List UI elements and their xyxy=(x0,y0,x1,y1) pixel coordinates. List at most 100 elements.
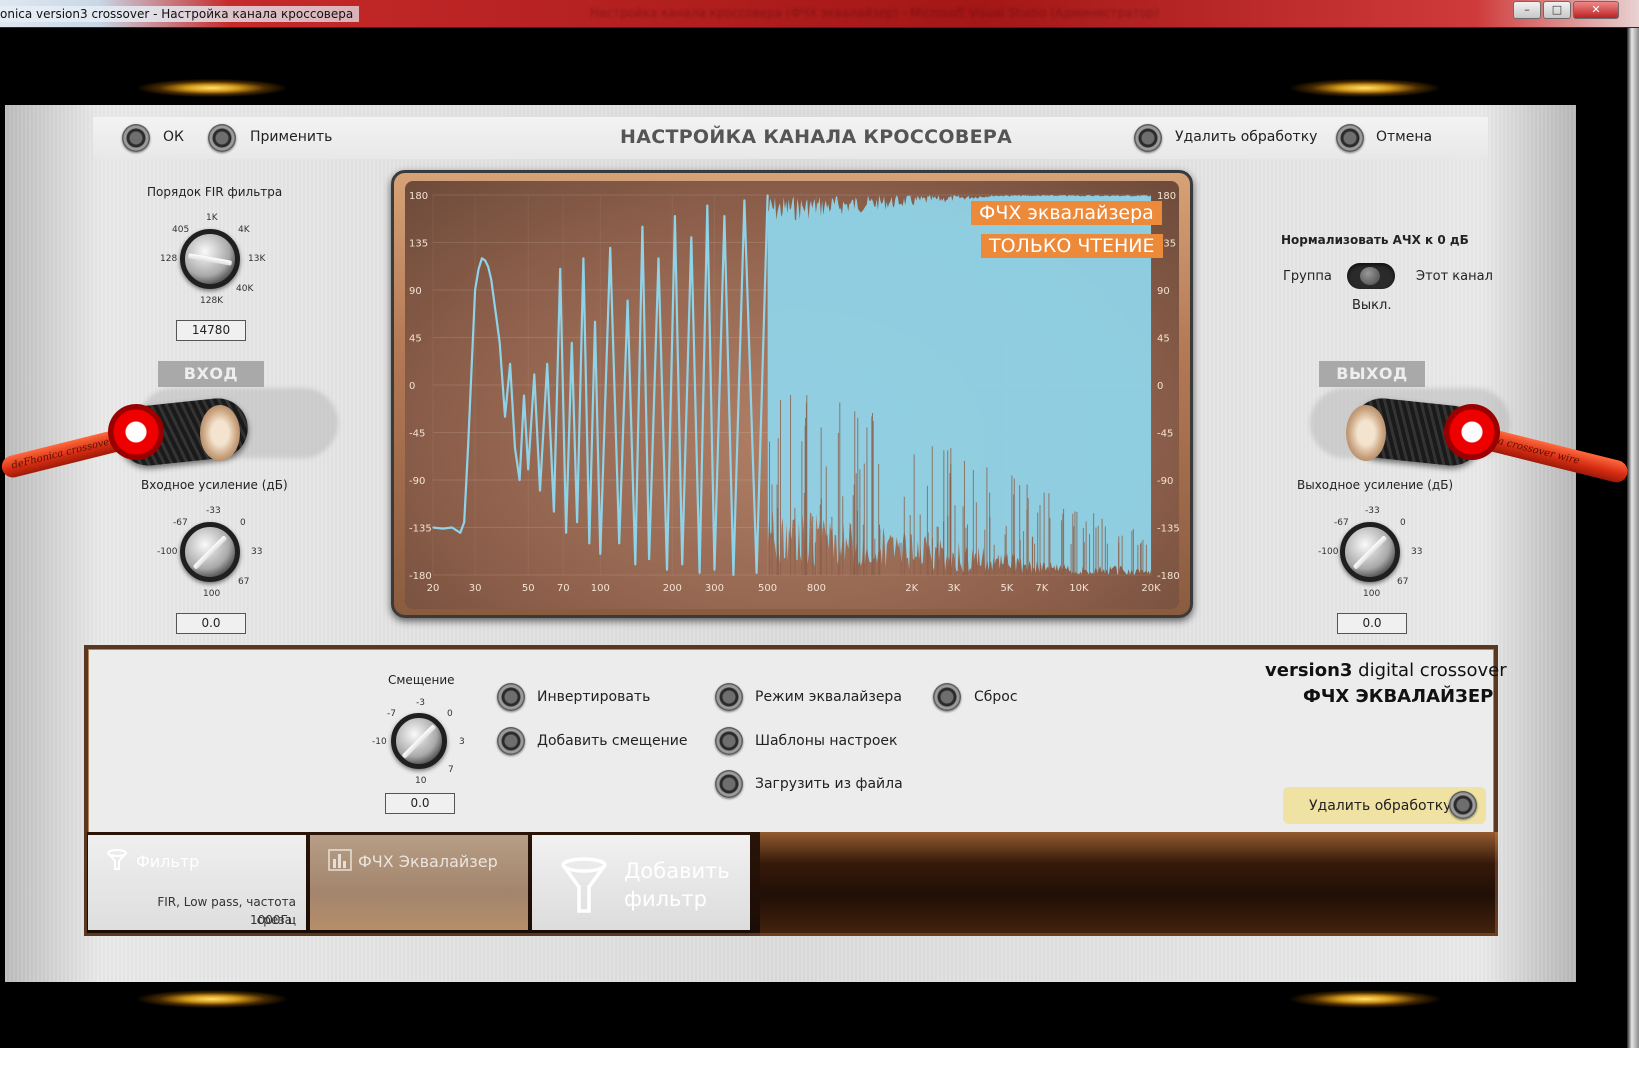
eq-mode-label[interactable]: Режим эквалайзера xyxy=(755,689,902,705)
invert-label[interactable]: Инвертировать xyxy=(537,689,650,705)
remove-processing-label[interactable]: Удалить обработку xyxy=(1175,129,1317,145)
shift-tick: -7 xyxy=(387,709,396,719)
input-gain-tick: 67 xyxy=(238,577,250,587)
phase-point xyxy=(463,521,465,524)
output-gain-tick: 67 xyxy=(1397,577,1409,587)
phase-point xyxy=(626,299,629,302)
phase-point xyxy=(467,447,469,450)
reset-label[interactable]: Сброс xyxy=(974,689,1018,705)
add-filter-label-line1: Добавить xyxy=(624,859,730,883)
brand-title-rest: digital crossover xyxy=(1352,660,1507,681)
phase-point xyxy=(474,289,476,291)
add-filter-button[interactable]: Добавить фильтр xyxy=(532,835,750,930)
tab-filter[interactable]: Фильтр FIR, Low pass, частота среза: 100… xyxy=(88,835,306,930)
shift-knob[interactable] xyxy=(391,713,447,769)
y-tick-label-right: 45 xyxy=(1157,334,1170,345)
phase-point xyxy=(634,563,637,566)
add-shift-led-button[interactable] xyxy=(497,727,525,755)
phase-point xyxy=(559,268,562,270)
x-tick-label: 20K xyxy=(1141,583,1161,594)
y-tick-label-left: -180 xyxy=(409,571,432,582)
phase-point xyxy=(514,447,516,450)
output-gain-value[interactable]: 0.0 xyxy=(1337,613,1407,634)
y-tick-label-left: -135 xyxy=(409,524,432,535)
x-tick-label: 300 xyxy=(705,583,724,594)
fir-tick: 128 xyxy=(160,254,178,264)
input-gain-knob[interactable] xyxy=(180,522,240,582)
phase-point xyxy=(539,489,541,492)
shift-tick: 7 xyxy=(448,765,454,775)
cancel-led-button[interactable] xyxy=(1336,124,1364,152)
cancel-button-label[interactable]: Отмена xyxy=(1376,129,1432,145)
gold-glow-decoration xyxy=(1290,990,1440,1008)
maximize-button[interactable]: □ xyxy=(1543,1,1571,19)
output-plug-tip xyxy=(1346,405,1386,461)
remove-processing-led[interactable] xyxy=(1449,791,1477,819)
phase-point xyxy=(546,363,548,365)
phase-point xyxy=(641,225,644,228)
x-tick-label: 5K xyxy=(1000,583,1013,594)
phase-point xyxy=(766,194,769,196)
x-tick-label: 30 xyxy=(469,583,482,594)
shift-tick: -10 xyxy=(372,737,387,747)
phase-point xyxy=(487,265,489,268)
ok-led-button[interactable] xyxy=(122,124,150,152)
tab-phase-equalizer[interactable]: ФЧХ Эквалайзер xyxy=(310,835,528,930)
phase-point xyxy=(451,526,453,529)
window-titlebar[interactable]: onica version3 crossover - Настройка кан… xyxy=(0,0,1639,28)
add-shift-label[interactable]: Добавить смещение xyxy=(537,733,687,749)
presets-label[interactable]: Шаблоны настроек xyxy=(755,733,897,749)
phase-point xyxy=(432,526,434,529)
fir-order-knob[interactable] xyxy=(180,229,240,289)
phase-point xyxy=(523,394,525,397)
phase-point xyxy=(509,363,511,365)
phase-point xyxy=(706,204,709,207)
load-file-led-button[interactable] xyxy=(715,770,743,798)
remove-processing-led-button[interactable] xyxy=(1134,124,1162,152)
funnel-icon xyxy=(107,849,127,870)
normalize-group-label: Группа xyxy=(1283,269,1332,284)
background-window-title: Настройка канала кроссовера (ФЧХ эквалай… xyxy=(590,6,1160,20)
fir-order-label: Порядок FIR фильтра xyxy=(147,185,283,199)
tab-filter-title: Фильтр xyxy=(136,852,200,871)
input-plug-ring xyxy=(108,404,164,460)
phase-point xyxy=(496,320,498,323)
apply-button-label[interactable]: Применить xyxy=(250,129,332,145)
x-tick-label: 800 xyxy=(807,583,826,594)
output-gain-tick: -67 xyxy=(1334,518,1349,528)
eq-mode-led-button[interactable] xyxy=(715,683,743,711)
x-tick-label: 2K xyxy=(905,583,918,594)
reset-led-button[interactable] xyxy=(933,683,961,711)
ok-button-label[interactable]: ОК xyxy=(163,129,184,145)
x-tick-label: 20 xyxy=(427,583,440,594)
presets-led-button[interactable] xyxy=(715,727,743,755)
remove-processing-button-label[interactable]: Удалить обработку xyxy=(1309,798,1451,814)
invert-led-button[interactable] xyxy=(497,683,525,711)
normalize-state-label: Выкл. xyxy=(1352,298,1392,313)
normalize-toggle[interactable] xyxy=(1347,263,1395,289)
input-gain-value[interactable]: 0.0 xyxy=(176,613,246,634)
phase-point xyxy=(576,521,578,524)
load-file-label[interactable]: Загрузить из файла xyxy=(755,776,903,792)
input-gain-label: Входное усиление (дБ) xyxy=(141,478,288,492)
shift-value[interactable]: 0.0 xyxy=(385,793,455,814)
y-tick-label-right: -45 xyxy=(1157,429,1173,440)
phase-point xyxy=(666,568,668,571)
minimize-button[interactable]: – xyxy=(1513,1,1541,19)
plot-tag-readonly: ТОЛЬКО ЧТЕНИЕ xyxy=(981,234,1163,258)
shift-tick: -3 xyxy=(416,698,425,708)
equalizer-icon xyxy=(328,849,352,871)
window-title: onica version3 crossover - Настройка кан… xyxy=(0,6,360,22)
add-filter-label-line2: фильтр xyxy=(624,887,707,911)
funnel-icon xyxy=(561,857,607,913)
x-tick-label: 3K xyxy=(947,583,960,594)
phase-point xyxy=(565,531,567,534)
fir-tick: 405 xyxy=(172,225,190,235)
apply-led-button[interactable] xyxy=(208,124,236,152)
shift-tick: 3 xyxy=(459,737,465,747)
window-bottom-strip xyxy=(0,1048,1639,1066)
output-gain-knob[interactable] xyxy=(1340,522,1400,582)
phase-point xyxy=(442,527,444,530)
fir-order-value[interactable]: 14780 xyxy=(176,320,246,341)
close-button[interactable]: ✕ xyxy=(1573,1,1619,19)
